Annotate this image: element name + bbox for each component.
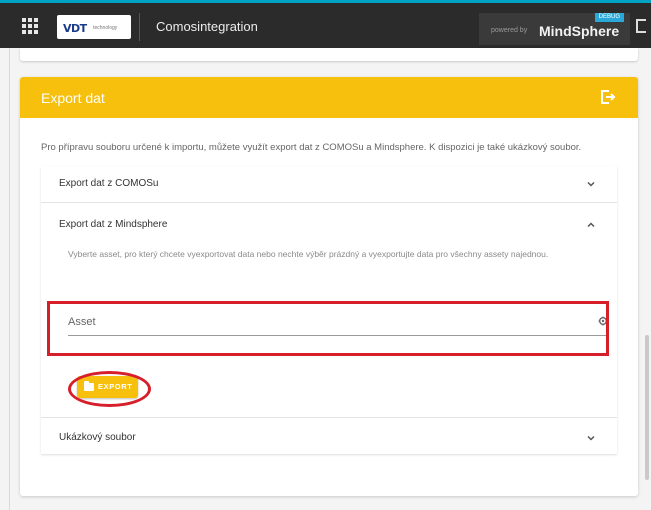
panel-title[interactable]: Ukázkový soubor	[59, 432, 136, 443]
panel-divider	[41, 417, 617, 418]
intro-text: Pro přípravu souboru určené k importu, m…	[41, 142, 582, 153]
asset-input[interactable]	[68, 313, 568, 331]
export-button-label: EXPORT	[98, 382, 133, 391]
panel-description: Vyberte asset, pro který chcete vyexport…	[68, 249, 549, 259]
app-title: Comosintegration	[156, 19, 258, 34]
environment-badge: DEBUG	[594, 13, 624, 22]
previous-card	[20, 48, 638, 61]
chevron-down-icon[interactable]	[586, 433, 596, 443]
scrollbar[interactable]	[645, 335, 649, 480]
top-bar: VDT technology Comosintegration DEBUG po…	[0, 0, 651, 48]
logout-icon[interactable]	[636, 19, 646, 33]
gear-icon[interactable]	[598, 316, 608, 326]
left-border	[9, 48, 10, 510]
main-content: Export dat Pro přípravu souboru určené k…	[0, 48, 651, 510]
card-title: Export dat	[41, 90, 105, 106]
export-icon[interactable]	[600, 89, 616, 105]
powered-by-text: powered by	[491, 27, 528, 34]
chevron-up-icon[interactable]	[586, 220, 596, 230]
export-card: Export dat Pro přípravu souboru určené k…	[20, 77, 638, 496]
folder-icon	[84, 381, 94, 391]
vdt-logo: VDT technology	[57, 15, 131, 39]
card-header: Export dat	[20, 77, 638, 118]
asset-field[interactable]	[68, 305, 608, 336]
chevron-down-icon[interactable]	[586, 179, 596, 189]
panel-title[interactable]: Export dat z COMOSu	[59, 178, 158, 189]
panel-divider	[41, 202, 617, 203]
export-button[interactable]: EXPORT	[77, 376, 138, 398]
header-divider	[139, 13, 140, 41]
app-launcher-grid-icon[interactable]	[22, 18, 38, 34]
brand-name: MindSphere	[539, 23, 620, 39]
logo-text: VDT	[63, 22, 87, 35]
mindsphere-brand: DEBUG powered by MindSphere	[479, 13, 630, 45]
panel-title[interactable]: Export dat z Mindsphere	[59, 219, 167, 230]
logo-subtext: technology	[93, 24, 118, 31]
